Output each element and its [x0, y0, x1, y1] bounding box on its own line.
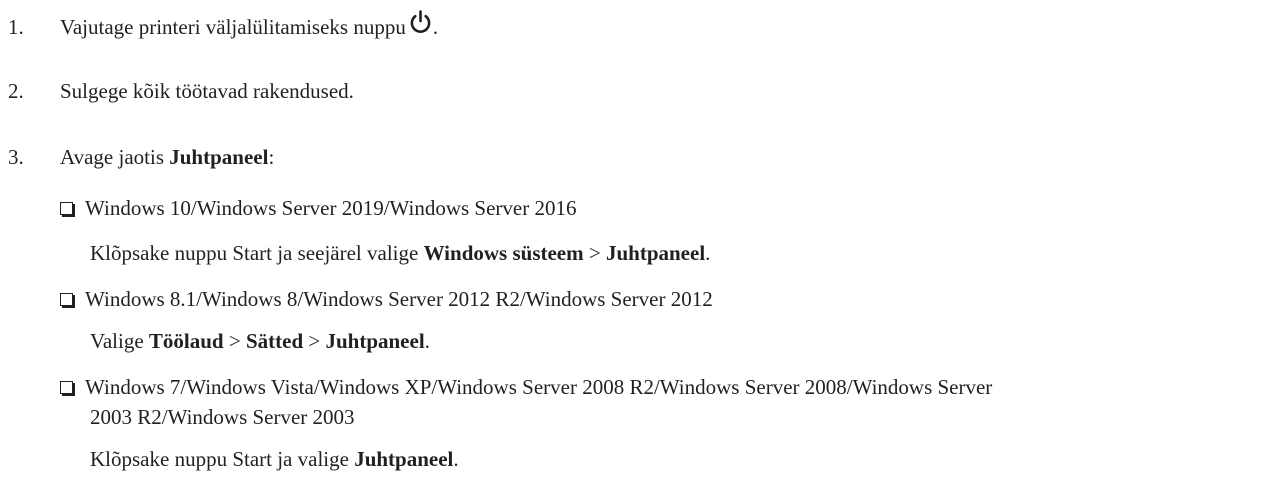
step-number: 1.	[8, 15, 24, 39]
detail-separator: >	[223, 329, 246, 353]
step-text-end: .	[432, 15, 439, 39]
step-text-end: :	[268, 145, 275, 169]
option-detail-windows-10: Klõpsake nuppu Start ja seejärel valige …	[90, 241, 710, 266]
option-windows-8: Windows 8.1/Windows 8/Windows Server 201…	[60, 287, 713, 312]
step-text: Sulgege kõik töötavad rakendused.	[60, 79, 354, 103]
step-2: 2. Sulgege kõik töötavad rakendused.	[8, 79, 354, 104]
checkbox-bullet-icon	[60, 293, 73, 306]
option-label: Windows 10/Windows Server 2019/Windows S…	[85, 196, 577, 220]
detail-text: Klõpsake nuppu Start ja seejärel valige	[90, 241, 424, 265]
power-icon	[409, 10, 432, 35]
detail-bold-term: Sätted	[245, 329, 304, 353]
detail-text-end: .	[424, 329, 430, 353]
detail-text: Valige	[90, 329, 149, 353]
step-text: Vajutage printeri väljalülitamiseks nupp…	[60, 15, 406, 39]
option-label: 2003 R2/Windows Server 2003	[90, 405, 355, 429]
detail-bold-term: Juhtpaneel	[325, 329, 425, 353]
detail-bold-term: Juhtpaneel	[605, 241, 706, 265]
detail-text: Klõpsake nuppu Start ja valige	[90, 447, 355, 471]
option-detail-windows-7: Klõpsake nuppu Start ja valige Juhtpanee…	[90, 447, 459, 472]
detail-text-end: .	[705, 241, 711, 265]
step-3: 3. Avage jaotis Juhtpaneel:	[8, 145, 274, 170]
option-label: Windows 7/Windows Vista/Windows XP/Windo…	[85, 375, 993, 399]
detail-bold-term: Windows süsteem	[423, 241, 584, 265]
checkbox-bullet-icon	[60, 381, 73, 394]
step-number: 2.	[8, 79, 24, 103]
detail-separator: >	[303, 329, 326, 353]
option-label-continuation: 2003 R2/Windows Server 2003	[90, 405, 355, 430]
option-windows-10: Windows 10/Windows Server 2019/Windows S…	[60, 196, 577, 221]
detail-bold-term: Juhtpaneel	[354, 447, 454, 471]
step-number: 3.	[8, 145, 24, 169]
option-windows-7: Windows 7/Windows Vista/Windows XP/Windo…	[60, 375, 992, 400]
step-text: Avage jaotis	[60, 145, 170, 169]
detail-text-end: .	[453, 447, 459, 471]
checkbox-bullet-icon	[60, 202, 73, 215]
option-label: Windows 8.1/Windows 8/Windows Server 201…	[85, 287, 713, 311]
step-bold-term: Juhtpaneel	[169, 145, 269, 169]
detail-separator: >	[583, 241, 606, 265]
option-detail-windows-8: Valige Töölaud > Sätted > Juhtpaneel.	[90, 329, 430, 354]
step-1: 1. Vajutage printeri väljalülitamiseks nu…	[8, 10, 438, 40]
detail-bold-term: Töölaud	[148, 329, 224, 353]
